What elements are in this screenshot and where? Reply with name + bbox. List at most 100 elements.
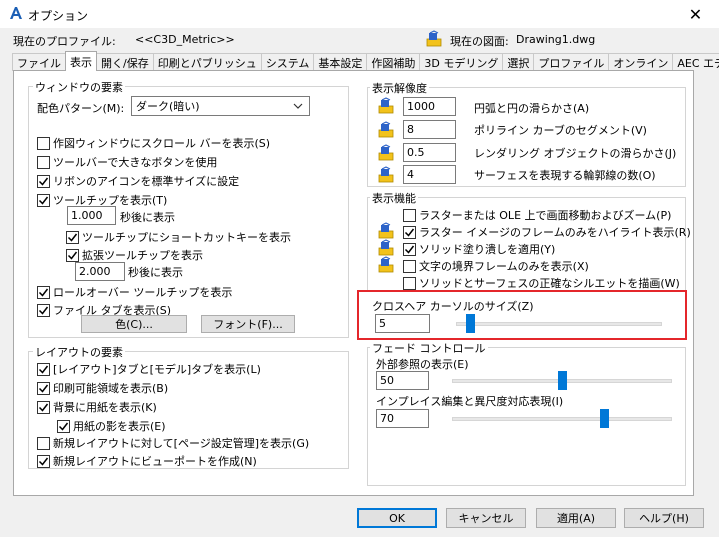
color-scheme-dropdown[interactable]: ダーク(暗い) xyxy=(131,96,310,116)
tab-display[interactable]: 表示 xyxy=(65,51,97,71)
tab-plot-publish[interactable]: 印刷とパブリッシュ xyxy=(152,53,262,71)
tab-user-preferences[interactable]: 基本設定 xyxy=(313,53,368,71)
tab-drafting[interactable]: 作図補助 xyxy=(366,53,421,71)
tooltip-delay-input[interactable]: 1.000 xyxy=(67,206,116,225)
create-viewport-option[interactable]: 新規レイアウトにビューポートを作成(N) xyxy=(37,453,257,469)
raster-frame-checkbox[interactable] xyxy=(403,225,416,239)
help-button[interactable]: ヘルプ(H) xyxy=(624,508,704,528)
solid-fill-label: ソリッド塗り潰しを適用(Y) xyxy=(419,243,556,256)
text-frame-option[interactable]: 文字の境界フレームのみを表示(X) xyxy=(403,258,589,274)
tab-open-save[interactable]: 開く/保存 xyxy=(96,53,154,71)
raster-frame-option[interactable]: ラスター イメージのフレームのみをハイライト表示(R) xyxy=(403,224,691,240)
fonts-button[interactable]: フォント(F)... xyxy=(201,315,295,333)
check-mark-icon xyxy=(38,196,49,205)
window-title: オプション xyxy=(28,9,89,23)
raster-ole-checkbox[interactable] xyxy=(403,208,416,222)
ribbon-icons-checkbox[interactable] xyxy=(37,174,50,188)
autocad-logo-icon xyxy=(10,7,22,19)
layout-model-tabs-option[interactable]: [レイアウト]タブと[モデル]タブを表示(L) xyxy=(37,361,261,377)
ok-button[interactable]: OK xyxy=(357,508,437,528)
tab-online[interactable]: オンライン xyxy=(608,53,674,71)
paper-background-option[interactable]: 背景に用紙を表示(K) xyxy=(37,399,157,415)
drawing-saved-icon xyxy=(378,222,394,239)
raster-frame-label: ラスター イメージのフレームのみをハイライト表示(R) xyxy=(419,226,691,239)
large-buttons-checkbox[interactable] xyxy=(37,155,50,169)
tab-selection[interactable]: 選択 xyxy=(502,53,535,71)
arc-smoothness-label: 円弧と円の滑らかさ(A) xyxy=(474,102,590,115)
paper-shadow-option[interactable]: 用紙の影を表示(E) xyxy=(57,418,166,434)
tab-aec-editor[interactable]: AEC エディタ xyxy=(672,53,719,71)
solid-fill-checkbox[interactable] xyxy=(403,242,416,256)
arc-smoothness-input[interactable]: 1000 xyxy=(403,97,456,116)
contour-lines-label: サーフェスを表現する輪郭線の数(O) xyxy=(474,169,656,182)
solid-fill-option[interactable]: ソリッド塗り潰しを適用(Y) xyxy=(403,241,555,257)
rollover-option[interactable]: ロールオーバー ツールチップを表示 xyxy=(37,284,232,300)
cancel-button[interactable]: キャンセル xyxy=(446,508,526,528)
tab-profiles[interactable]: プロファイル xyxy=(533,53,610,71)
large-buttons-option[interactable]: ツールバーで大きなボタンを使用 xyxy=(37,154,217,170)
tab-system[interactable]: システム xyxy=(260,53,315,71)
scrollbars-option[interactable]: 作図ウィンドウにスクロール バーを表示(S) xyxy=(37,135,270,151)
chevron-down-icon xyxy=(293,103,303,109)
check-mark-icon xyxy=(58,422,69,431)
rollover-label: ロールオーバー ツールチップを表示 xyxy=(53,286,233,299)
drawing-file-icon xyxy=(426,30,442,47)
drawing-saved-icon xyxy=(378,121,394,138)
printable-area-option[interactable]: 印刷可能領域を表示(B) xyxy=(37,380,168,396)
ext-delay-input[interactable]: 2.000 xyxy=(75,262,125,281)
inplace-fade-slider-track[interactable] xyxy=(452,417,672,421)
xref-fade-slider-thumb[interactable] xyxy=(557,371,567,390)
tooltips-checkbox[interactable] xyxy=(37,193,50,207)
fade-control-title: フェード コントロール xyxy=(370,340,488,356)
large-buttons-label: ツールバーで大きなボタンを使用 xyxy=(53,156,218,169)
render-smoothness-input[interactable]: 0.5 xyxy=(403,143,456,162)
tab-files[interactable]: ファイル xyxy=(12,53,66,71)
ribbon-icons-option[interactable]: リボンのアイコンを標準サイズに設定 xyxy=(37,173,239,189)
polyline-segments-input[interactable]: 8 xyxy=(403,120,456,139)
check-mark-icon xyxy=(67,251,78,260)
silhouette-checkbox[interactable] xyxy=(403,276,416,290)
drawing-value: Drawing1.dwg xyxy=(516,33,596,46)
shortcut-keys-checkbox[interactable] xyxy=(66,230,79,244)
paper-shadow-checkbox[interactable] xyxy=(57,419,70,433)
scrollbars-label: 作図ウィンドウにスクロール バーを表示(S) xyxy=(53,137,271,150)
apply-button[interactable]: 適用(A) xyxy=(536,508,616,528)
ext-tooltips-checkbox[interactable] xyxy=(66,248,79,262)
xref-fade-input[interactable]: 50 xyxy=(376,371,429,390)
paper-background-checkbox[interactable] xyxy=(37,400,50,414)
drawing-label: 現在の図面: xyxy=(450,35,509,48)
shortcut-keys-label: ツールチップにショートカットキーを表示 xyxy=(82,231,291,244)
drawing-saved-icon xyxy=(378,239,394,256)
check-mark-icon xyxy=(67,233,78,242)
silhouette-option[interactable]: ソリッドとサーフェスの正確なシルエットを描画(W) xyxy=(403,275,680,291)
paper-background-label: 背景に用紙を表示(K) xyxy=(53,401,157,414)
create-viewport-checkbox[interactable] xyxy=(37,454,50,468)
inplace-fade-input[interactable]: 70 xyxy=(376,409,429,428)
check-mark-icon xyxy=(38,403,49,412)
rollover-checkbox[interactable] xyxy=(37,285,50,299)
crosshair-size-slider-thumb[interactable] xyxy=(465,314,475,333)
layout-model-tabs-label: [レイアウト]タブと[モデル]タブを表示(L) xyxy=(53,363,261,376)
page-setup-manager-checkbox[interactable] xyxy=(37,436,50,450)
crosshair-size-input[interactable]: 5 xyxy=(375,314,430,333)
page-setup-manager-option[interactable]: 新規レイアウトに対して[ページ設定管理]を表示(G) xyxy=(37,435,309,451)
text-frame-checkbox[interactable] xyxy=(403,259,416,273)
inplace-fade-slider-thumb[interactable] xyxy=(599,409,609,428)
colors-button[interactable]: 色(C)... xyxy=(81,315,187,333)
contour-lines-input[interactable]: 4 xyxy=(403,165,456,184)
layout-model-tabs-checkbox[interactable] xyxy=(37,362,50,376)
file-tabs-checkbox[interactable] xyxy=(37,303,50,317)
scrollbars-checkbox[interactable] xyxy=(37,136,50,150)
create-viewport-label: 新規レイアウトにビューポートを作成(N) xyxy=(53,455,257,468)
ext-tooltips-option[interactable]: 拡張ツールチップを表示 xyxy=(66,247,203,263)
raster-ole-option[interactable]: ラスターまたは OLE 上で画面移動およびズーム(P) xyxy=(403,207,671,223)
printable-area-checkbox[interactable] xyxy=(37,381,50,395)
silhouette-label: ソリッドとサーフェスの正確なシルエットを描画(W) xyxy=(419,277,680,290)
close-button[interactable]: ✕ xyxy=(672,0,719,28)
shortcut-keys-option[interactable]: ツールチップにショートカットキーを表示 xyxy=(66,229,291,245)
ribbon-icons-label: リボンのアイコンを標準サイズに設定 xyxy=(53,175,240,188)
crosshair-size-slider-track[interactable] xyxy=(456,322,662,326)
title-bar xyxy=(0,0,719,28)
tab-3d-modeling[interactable]: 3D モデリング xyxy=(419,53,504,71)
drawing-saved-icon xyxy=(378,256,394,273)
